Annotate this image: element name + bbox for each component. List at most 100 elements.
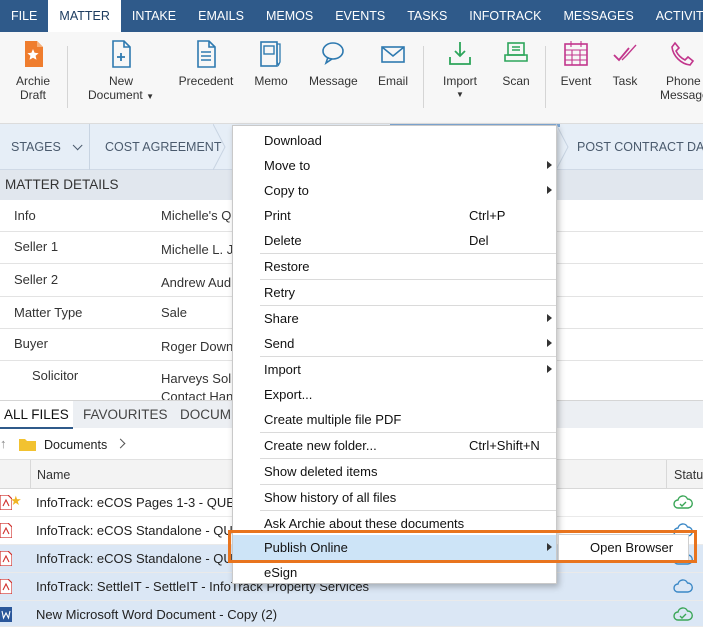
- archie-draft-button[interactable]: Archie Draft: [10, 40, 56, 102]
- detail-value[interactable]: Andrew Aud: [161, 275, 231, 290]
- menu-item-label: Move to: [264, 158, 311, 173]
- menu-item-import[interactable]: Import: [233, 357, 556, 382]
- tab-memos[interactable]: MEMOS: [255, 0, 324, 32]
- import-label: Import: [442, 74, 477, 88]
- tab-matter[interactable]: MATTER: [48, 0, 121, 32]
- tab-emails[interactable]: EMAILS: [187, 0, 255, 32]
- pdf-icon: [0, 523, 12, 538]
- menu-item-move-to[interactable]: Move to: [233, 153, 556, 178]
- new-document-icon: [112, 40, 131, 68]
- submenu-arrow-icon: [547, 186, 552, 194]
- column-divider: [30, 460, 31, 489]
- tab-tasks[interactable]: TASKS: [396, 0, 458, 32]
- dropdown-caret-icon: ▼: [456, 90, 464, 99]
- stages-dropdown[interactable]: STAGES: [11, 124, 83, 170]
- menu-item-export[interactable]: Export...: [233, 382, 556, 407]
- menu-item-share[interactable]: Share: [233, 306, 556, 331]
- detail-key: Info: [14, 208, 36, 223]
- stage-arrow-icon: [213, 124, 226, 170]
- stage-post-contract[interactable]: POST CONTRACT DATED: [577, 124, 703, 170]
- context-menu: Download Move to Copy to Print Ctrl+P Del…: [232, 125, 557, 584]
- detail-key: Seller 1: [14, 239, 59, 254]
- archie-draft-label-1: Archie: [15, 74, 50, 88]
- detail-value[interactable]: Michelle's Q: [161, 208, 231, 223]
- star-icon[interactable]: ★: [10, 493, 22, 509]
- file-row[interactable]: New Microsoft Word Document - Copy (2): [0, 601, 703, 627]
- menu-item-create-multiple-pdf[interactable]: Create multiple file PDF: [233, 407, 556, 432]
- detail-value[interactable]: Michelle L. J: [161, 242, 233, 257]
- menu-item-show-history[interactable]: Show history of all files: [233, 485, 556, 510]
- column-status[interactable]: Status: [674, 468, 703, 482]
- scan-button[interactable]: Scan: [500, 40, 532, 88]
- tab-file[interactable]: FILE: [0, 0, 48, 32]
- chevron-right-icon[interactable]: [115, 438, 126, 449]
- menu-item-label: Show deleted items: [264, 464, 378, 479]
- cloud-synced-icon: [673, 607, 693, 621]
- column-name[interactable]: Name: [37, 468, 70, 482]
- tab-all-files[interactable]: ALL FILES: [0, 401, 73, 429]
- menu-item-send[interactable]: Send: [233, 331, 556, 356]
- detail-value[interactable]: Roger Down: [161, 339, 233, 354]
- detail-value[interactable]: Sale: [161, 305, 187, 320]
- precedent-icon: [197, 40, 216, 68]
- breadcrumb-documents[interactable]: Documents: [44, 438, 107, 452]
- submenu-arrow-icon: [547, 339, 552, 347]
- stage-cost-agreement[interactable]: COST AGREEMENT: [105, 124, 221, 170]
- email-button[interactable]: Email: [375, 40, 411, 88]
- chevron-down-icon: [72, 140, 83, 151]
- ribbon-divider: [67, 46, 68, 108]
- menu-item-label: Import: [264, 362, 301, 377]
- new-document-label-1: New: [108, 74, 133, 88]
- precedent-button[interactable]: Precedent: [178, 40, 234, 88]
- menu-item-label: Show history of all files: [264, 490, 397, 505]
- tab-intake[interactable]: INTAKE: [121, 0, 187, 32]
- menu-item-label: Print: [264, 208, 291, 223]
- tab-documents[interactable]: DOCUM: [180, 401, 231, 429]
- phone-message-button[interactable]: Phone Message: [657, 40, 703, 102]
- file-name: New Microsoft Word Document - Copy (2): [36, 607, 278, 622]
- detail-key: Buyer: [14, 336, 48, 351]
- message-button[interactable]: Message: [309, 40, 358, 88]
- new-document-label-2: Document ▼: [88, 88, 154, 104]
- menu-item-delete[interactable]: Delete Del: [233, 228, 556, 253]
- dropdown-caret-icon: ▼: [146, 92, 154, 101]
- top-menu-bar: FILE MATTER INTAKE EMAILS MEMOS EVENTS T…: [0, 0, 703, 32]
- tab-favourites[interactable]: FAVOURITES: [83, 401, 168, 429]
- tab-messages[interactable]: MESSAGES: [553, 0, 645, 32]
- file-name: InfoTrack: eCOS Standalone - QUE: [36, 523, 242, 538]
- event-button[interactable]: Event: [558, 40, 594, 88]
- arrow-up-icon[interactable]: ↑: [0, 436, 7, 451]
- menu-item-create-new-folder[interactable]: Create new folder... Ctrl+Shift+N: [233, 433, 556, 458]
- menu-item-show-deleted[interactable]: Show deleted items: [233, 459, 556, 484]
- task-icon: [613, 44, 637, 62]
- new-document-label-text: Document: [88, 88, 143, 102]
- phone-message-label-2: Message: [660, 88, 703, 102]
- file-name: InfoTrack: eCOS Standalone - QUE: [36, 551, 242, 566]
- pdf-icon: [0, 551, 12, 566]
- archie-draft-icon: [25, 41, 43, 67]
- menu-item-label: Share: [264, 311, 299, 326]
- detail-value[interactable]: Harveys Soli: [161, 371, 234, 386]
- stage-divider: [89, 124, 90, 170]
- email-icon: [381, 46, 405, 63]
- menu-item-restore[interactable]: Restore: [233, 254, 556, 279]
- menu-item-download[interactable]: Download: [233, 128, 556, 153]
- task-button[interactable]: Task: [610, 40, 640, 88]
- tab-infotrack[interactable]: INFOTRACK: [458, 0, 552, 32]
- menu-item-copy-to[interactable]: Copy to: [233, 178, 556, 203]
- menu-item-esign[interactable]: eSign: [233, 560, 556, 585]
- menu-item-print[interactable]: Print Ctrl+P: [233, 203, 556, 228]
- menu-item-shortcut: Ctrl+P: [469, 208, 506, 223]
- import-button[interactable]: Import ▼: [440, 40, 480, 102]
- cloud-synced-icon: [673, 495, 693, 509]
- detail-key: Matter Type: [14, 305, 83, 320]
- calendar-icon: [564, 41, 588, 66]
- tab-events[interactable]: EVENTS: [324, 0, 396, 32]
- menu-item-retry[interactable]: Retry: [233, 280, 556, 305]
- scan-icon: [504, 42, 528, 62]
- memo-button[interactable]: Memo: [251, 40, 291, 88]
- new-document-button[interactable]: New Document ▼: [88, 40, 154, 104]
- tab-activity[interactable]: ACTIVITY: [645, 0, 703, 32]
- file-name: InfoTrack: eCOS Pages 1-3 - QUEE: [36, 495, 244, 510]
- detail-value-partial[interactable]: Contact Han: [161, 389, 233, 400]
